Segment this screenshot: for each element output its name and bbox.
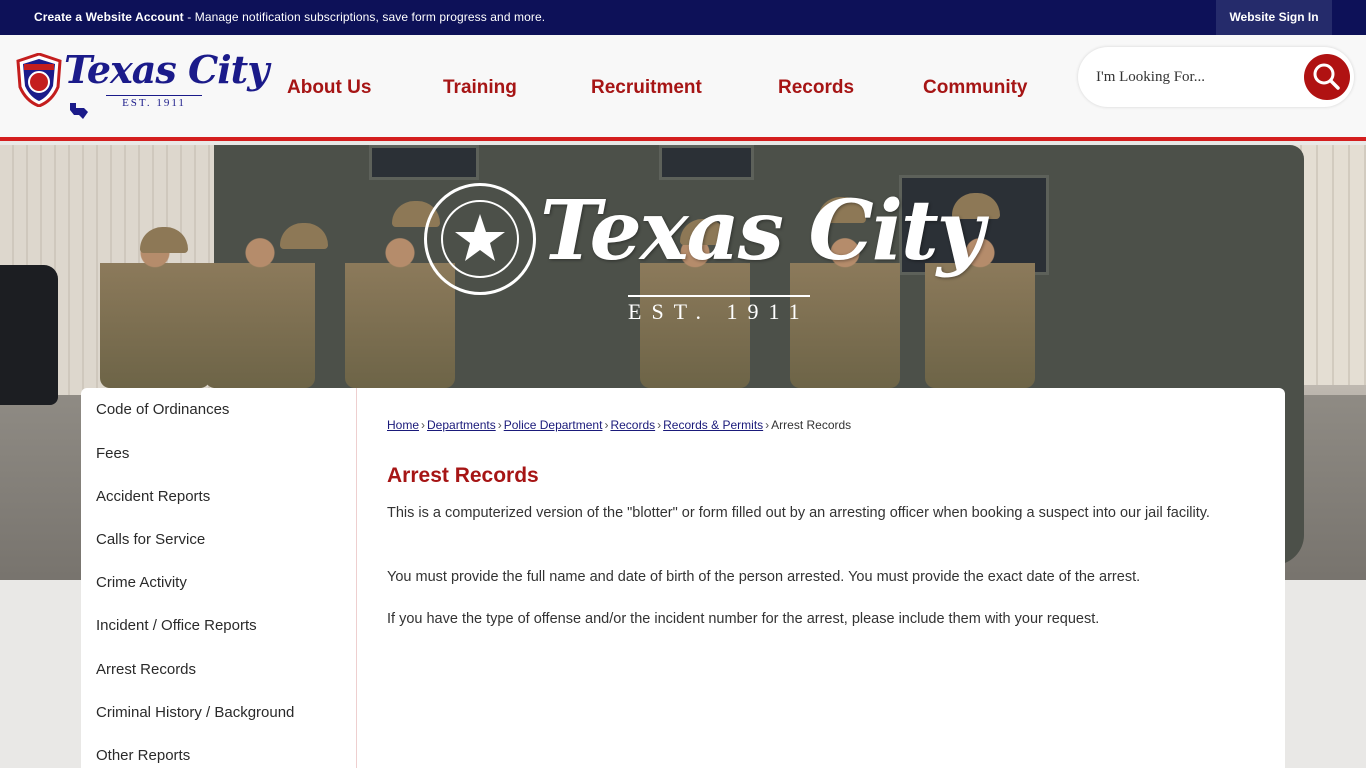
sidebar-item-criminal-history[interactable]: Criminal History / Background bbox=[96, 704, 294, 721]
paragraph-optional-info: If you have the type of offense and/or t… bbox=[387, 611, 1100, 627]
logo-est-text: EST. 1911 bbox=[106, 95, 202, 109]
breadcrumb-records-permits[interactable]: Records & Permits bbox=[663, 418, 763, 432]
texas-city-police-logo[interactable]: Texas City EST. 1911 bbox=[16, 47, 269, 119]
breadcrumb-current: Arrest Records bbox=[771, 418, 852, 432]
sidebar-item-arrest-records[interactable]: Arrest Records bbox=[96, 661, 196, 678]
nav-training[interactable]: Training bbox=[443, 77, 517, 99]
texas-state-icon bbox=[70, 103, 88, 119]
breadcrumb: Home › Departments › Police Department › Recor… bbox=[387, 418, 852, 432]
nav-records[interactable]: Records bbox=[778, 77, 854, 99]
create-account-description: - Manage notification subscriptions, sav… bbox=[183, 10, 546, 24]
paragraph-description: This is a computerized version of the "b… bbox=[387, 505, 1210, 521]
sidebar-item-fees[interactable]: Fees bbox=[96, 445, 129, 462]
sidebar-item-code-of-ordinances[interactable]: Code of Ordinances bbox=[96, 401, 229, 418]
create-account-link[interactable]: Create a Website Account bbox=[34, 10, 184, 24]
suv-vehicle bbox=[0, 265, 58, 405]
breadcrumb-police-department[interactable]: Police Department bbox=[504, 418, 603, 432]
breadcrumb-records[interactable]: Records bbox=[610, 418, 655, 432]
create-account-message[interactable]: Create a Website Account - Manage notifi… bbox=[34, 10, 545, 24]
website-sign-in-button[interactable]: Website Sign In bbox=[1216, 0, 1332, 35]
search-input[interactable] bbox=[1096, 65, 1296, 89]
breadcrumb-home[interactable]: Home bbox=[387, 418, 419, 432]
police-badge-icon bbox=[16, 53, 62, 107]
hero-texas-city-logo: Texas City EST. 1911 bbox=[420, 183, 984, 333]
nav-about-us[interactable]: About Us bbox=[287, 77, 371, 99]
logo-script-text: Texas City bbox=[64, 47, 269, 92]
page-title: Arrest Records bbox=[387, 464, 539, 487]
main-content: Home › Departments › Police Department › Recor… bbox=[357, 388, 1285, 768]
hero-script-text: Texas City bbox=[540, 183, 984, 279]
sidebar-item-crime-activity[interactable]: Crime Activity bbox=[96, 574, 187, 591]
site-header: Texas City EST. 1911 About Us Training R… bbox=[0, 35, 1366, 141]
breadcrumb-departments[interactable]: Departments bbox=[427, 418, 496, 432]
hero-est-text: EST. 1911 bbox=[628, 295, 810, 325]
search-icon bbox=[1313, 63, 1340, 90]
site-search bbox=[1078, 47, 1354, 107]
sidebar-item-calls-for-service[interactable]: Calls for Service bbox=[96, 531, 205, 548]
nav-community[interactable]: Community bbox=[923, 77, 1028, 99]
sidebar-item-accident-reports[interactable]: Accident Reports bbox=[96, 488, 210, 505]
paragraph-requirements: You must provide the full name and date … bbox=[387, 569, 1141, 585]
city-seal-icon bbox=[424, 183, 536, 295]
top-account-bar: Create a Website Account - Manage notifi… bbox=[0, 0, 1366, 35]
sidebar-navigation: Code of Ordinances Fees Accident Reports… bbox=[81, 388, 357, 768]
sidebar-item-incident-office-reports[interactable]: Incident / Office Reports bbox=[96, 617, 257, 634]
nav-recruitment[interactable]: Recruitment bbox=[591, 77, 702, 99]
search-button[interactable] bbox=[1304, 54, 1350, 100]
sidebar-item-other-reports[interactable]: Other Reports bbox=[96, 747, 190, 764]
